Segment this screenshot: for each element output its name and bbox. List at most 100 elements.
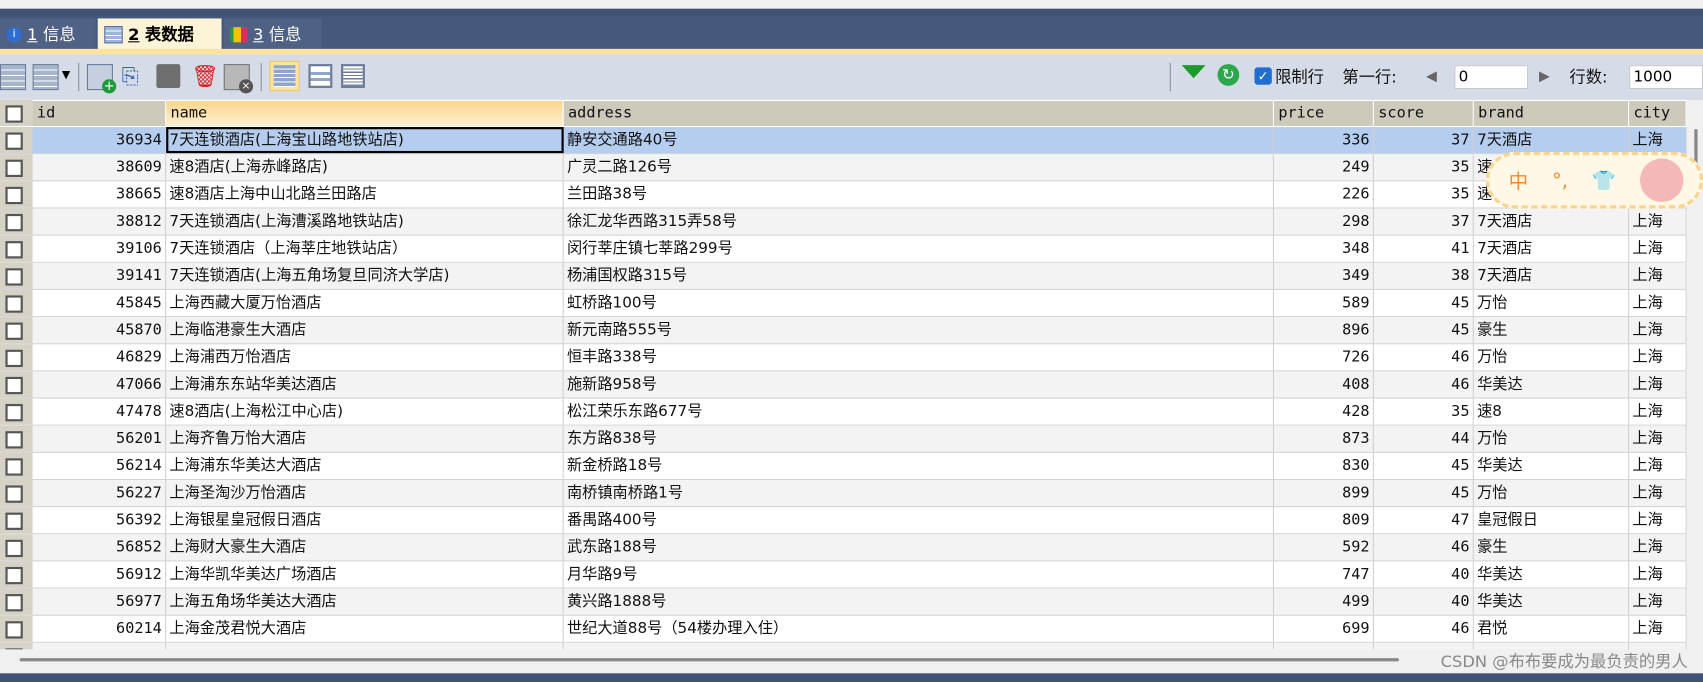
cell-brand[interactable]: 皇冠假日 — [1474, 507, 1630, 534]
cell-city[interactable]: 上海 — [1629, 534, 1687, 561]
row-checkbox[interactable] — [5, 295, 23, 313]
cell-city[interactable]: 上海 — [1629, 452, 1687, 479]
cell-address[interactable]: 南桥镇南桥路1号 — [564, 480, 1274, 507]
cell-score[interactable]: 41 — [1374, 235, 1474, 262]
row-checkbox[interactable] — [5, 539, 23, 558]
table-row[interactable]: 56392 上海银星皇冠假日酒店 番禺路400号 809 47 皇冠假日 上海 — [0, 507, 1687, 535]
cell-brand[interactable]: 7天酒店 — [1474, 262, 1630, 289]
cell-price[interactable]: 408 — [1274, 371, 1374, 398]
filter-icon[interactable] — [1181, 65, 1206, 79]
first-row-input[interactable]: 0 — [1454, 65, 1529, 90]
cell-name[interactable]: 上海银星皇冠假日酒店 — [166, 507, 564, 534]
table-row[interactable]: 38665速8酒店上海中山北路兰田路店兰田路38号22635速8上海 — [0, 181, 1687, 209]
horizontal-scroll-thumb[interactable] — [19, 658, 1399, 662]
cell-city[interactable]: 上海 — [1629, 235, 1687, 262]
cell-brand[interactable]: 华美达 — [1474, 452, 1630, 479]
cell-city[interactable]: 上海 — [1629, 480, 1687, 507]
cell-price[interactable]: 349 — [1274, 262, 1374, 289]
cell-price[interactable]: 809 — [1274, 507, 1374, 534]
cell-address[interactable]: 黄兴路1888号 — [564, 588, 1274, 615]
previous-page-button[interactable]: ◀ — [1426, 68, 1437, 84]
row-checkbox[interactable] — [5, 621, 23, 639]
cell-city[interactable]: 上海 — [1629, 588, 1687, 615]
table-row[interactable]: 56214 上海浦东华美达大酒店 新金桥路18号 830 45 华美达 上海 — [0, 452, 1687, 481]
cell-id[interactable]: 39106 — [33, 235, 167, 262]
row-checkbox[interactable] — [5, 349, 23, 368]
export-rows-icon[interactable] — [32, 64, 59, 91]
cell-city[interactable]: 上海 — [1629, 507, 1687, 534]
tab-table-data[interactable]: 2 表数据 — [97, 18, 222, 50]
cell-score[interactable]: 35 — [1374, 181, 1474, 208]
cell-address[interactable]: 广灵二路126号 — [564, 154, 1274, 181]
cell-address[interactable]: 恒丰路338号 — [564, 344, 1274, 371]
cell-address[interactable]: 徐汇龙华西路315弄58号 — [564, 208, 1274, 235]
cell-city[interactable]: 上海 — [1629, 371, 1687, 398]
cell-brand[interactable]: 7天酒店 — [1474, 208, 1630, 235]
cell-name[interactable]: 上海五角场华美达大酒店 — [166, 588, 564, 615]
cell-address[interactable]: 闵行莘庄镇七莘路299号 — [564, 235, 1274, 262]
cell-price[interactable]: 896 — [1274, 317, 1374, 344]
cell-brand[interactable]: 君悦 — [1474, 615, 1630, 642]
cell-name[interactable]: 上海浦东东站华美达酒店 — [166, 371, 564, 398]
column-header-id[interactable]: id — [32, 100, 167, 126]
cell-score[interactable]: 37 — [1374, 208, 1474, 235]
column-header-city[interactable]: city — [1629, 100, 1687, 126]
cell-brand[interactable]: 华美达 — [1474, 588, 1630, 615]
cell-score[interactable]: 40 — [1374, 561, 1474, 588]
cell-name[interactable]: 上海临港豪生大酒店 — [166, 317, 564, 344]
row-checkbox[interactable] — [5, 132, 23, 150]
cell-price[interactable]: 830 — [1274, 452, 1374, 479]
cell-address[interactable]: 松江荣乐东路677号 — [564, 398, 1274, 425]
cell-city[interactable]: 上海 — [1629, 208, 1687, 235]
cell-brand[interactable]: 万怡 — [1474, 344, 1630, 371]
table-row[interactable]: 39106 7天连锁酒店（上海莘庄地铁站店） 闵行莘庄镇七莘路299号 348 41 7天… — [0, 235, 1687, 263]
cell-id[interactable]: 60214 — [33, 615, 167, 642]
cell-score[interactable]: 40 — [1374, 588, 1474, 615]
cell-score[interactable]: 47 — [1374, 507, 1474, 534]
row-checkbox[interactable] — [5, 376, 23, 395]
cell-price[interactable]: 592 — [1274, 534, 1374, 561]
cell-id[interactable]: 45870 — [33, 317, 167, 344]
cell-brand[interactable]: 7天酒店 — [1474, 127, 1630, 154]
cell-name[interactable]: 上海齐鲁万怡大酒店 — [166, 425, 564, 452]
cell-price[interactable]: 428 — [1274, 398, 1374, 425]
cell-id[interactable]: 56214 — [33, 452, 167, 479]
table-row[interactable]: 56912 上海华凯华美达广场酒店 月华路9号 747 40 华美达 上海 — [0, 561, 1687, 589]
table-row[interactable]: 56977 上海五角场华美达大酒店 黄兴路1888号 499 40 华美达 上海 — [0, 588, 1687, 616]
cell-id[interactable]: 56227 — [33, 480, 167, 507]
cell-score[interactable]: 35 — [1374, 398, 1474, 425]
cell-brand[interactable]: 华美达 — [1474, 371, 1630, 398]
cell-id[interactable]: 38812 — [33, 208, 167, 235]
chevron-down-icon[interactable]: ▼ — [62, 70, 70, 82]
cell-price[interactable]: 747 — [1274, 561, 1374, 588]
table-row[interactable]: 39141 7天连锁酒店(上海五角场复旦同济大学店) 杨浦国权路315号 349 38 7… — [0, 262, 1687, 290]
cell-city[interactable]: 上海 — [1629, 127, 1687, 154]
cell-score[interactable]: 46 — [1374, 371, 1474, 398]
cell-address[interactable]: 番禺路400号 — [564, 507, 1274, 534]
row-checkbox[interactable] — [5, 322, 23, 340]
grid-view-button[interactable] — [269, 60, 300, 92]
cell-id[interactable]: 38665 — [33, 181, 167, 208]
cell-address[interactable]: 新金桥路18号 — [564, 452, 1274, 479]
duplicate-row-icon[interactable]: ⎘ — [122, 64, 146, 88]
cell-name[interactable]: 7天连锁酒店(上海漕溪路地铁站店) — [166, 208, 564, 235]
table-row[interactable]: 38812 7天连锁酒店(上海漕溪路地铁站店) 徐汇龙华西路315弄58号 298 37… — [0, 208, 1687, 236]
cell-price[interactable]: 336 — [1274, 127, 1374, 154]
cell-brand[interactable]: 万怡 — [1474, 480, 1630, 507]
tab-info-3[interactable]: 3 信息 — [223, 18, 322, 50]
limit-rows-checkbox[interactable]: ✓ — [1254, 67, 1272, 85]
row-checkbox[interactable] — [5, 594, 23, 612]
column-header-score[interactable]: score — [1373, 100, 1474, 126]
cell-city[interactable]: 上海 — [1629, 289, 1687, 317]
cell-score[interactable]: 45 — [1374, 289, 1474, 317]
add-row-icon[interactable]: + — [86, 64, 117, 94]
table-row[interactable]: 45870 上海临港豪生大酒店 新元南路555号 896 45 豪生 上海 — [0, 317, 1687, 345]
cell-name[interactable]: 7天连锁酒店(上海宝山路地铁站店) — [166, 127, 564, 154]
cell-score[interactable]: 44 — [1374, 425, 1474, 452]
cell-city[interactable]: 上海 — [1629, 561, 1687, 588]
cell-id[interactable]: 45845 — [33, 289, 167, 317]
cell-score[interactable]: 45 — [1374, 452, 1474, 479]
table-row[interactable]: 60214 上海金茂君悦大酒店 世纪大道88号（54楼办理入住） 699 46 君悦 上海 — [0, 615, 1687, 643]
cell-score[interactable]: 46 — [1374, 615, 1474, 642]
cell-name[interactable]: 上海圣淘沙万怡酒店 — [166, 480, 564, 507]
